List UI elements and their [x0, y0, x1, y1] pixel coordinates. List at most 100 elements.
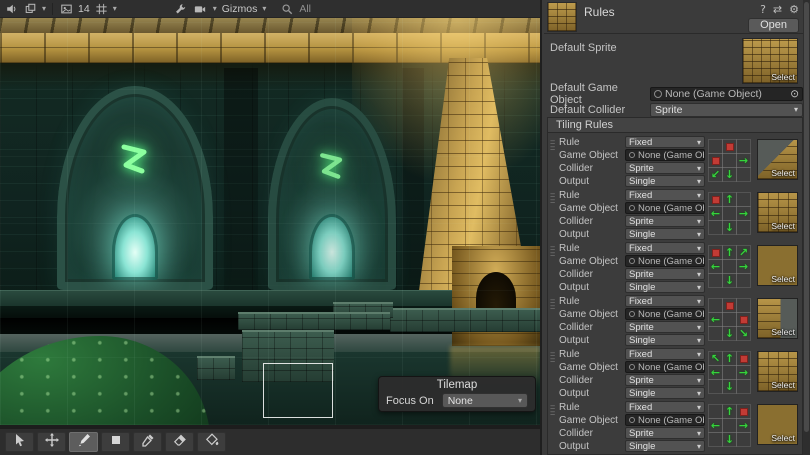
rule-type-dropdown[interactable]: Fixed▾: [625, 401, 705, 413]
neighbor-cell-not[interactable]: [709, 193, 722, 206]
help-icon[interactable]: ?: [760, 3, 766, 16]
neighbor-rule-matrix[interactable]: ↑← →↓: [709, 405, 754, 446]
grid-toggle-icon[interactable]: [94, 2, 109, 15]
select-tool-button[interactable]: [5, 432, 34, 452]
neighbor-cell-empty[interactable]: [737, 274, 750, 287]
neighbor-cell-empty[interactable]: [737, 193, 750, 206]
neighbor-cell-arrow[interactable]: ↑: [723, 405, 736, 418]
gizmos-dropdown-caret[interactable]: ▾: [262, 4, 266, 13]
select-label[interactable]: Select: [771, 168, 795, 178]
rule-output-dropdown[interactable]: Single▾: [625, 334, 705, 346]
rule-sprite-thumb[interactable]: Select: [757, 351, 798, 392]
neighbor-cell-empty[interactable]: [723, 260, 736, 273]
rule-game-object-field[interactable]: None (Game Obj ⊙: [625, 308, 705, 320]
neighbor-cell-empty[interactable]: [737, 380, 750, 393]
select-label[interactable]: Select: [771, 380, 795, 390]
rule-output-dropdown[interactable]: Single▾: [625, 228, 705, 240]
open-button[interactable]: Open: [748, 18, 799, 33]
scrollbar-thumb[interactable]: [804, 2, 809, 432]
select-label[interactable]: Select: [771, 433, 795, 443]
rule-type-dropdown[interactable]: Fixed▾: [625, 348, 705, 360]
neighbor-rule-matrix[interactable]: ↖↑←→↓: [709, 352, 754, 393]
neighbor-cell-empty[interactable]: [723, 419, 736, 432]
drag-handle-icon[interactable]: ==: [550, 295, 559, 310]
rule-collider-dropdown[interactable]: Sprite▾: [625, 268, 705, 280]
neighbor-cell-empty[interactable]: [737, 299, 750, 312]
drag-handle-icon[interactable]: ==: [550, 189, 559, 204]
eraser-tool-button[interactable]: [165, 432, 194, 452]
rule-game-object-field[interactable]: None (Game Obj ⊙: [625, 202, 705, 214]
rule-sprite-thumb[interactable]: Select: [757, 139, 798, 180]
neighbor-cell-arrow[interactable]: ↓: [723, 274, 736, 287]
rule-collider-dropdown[interactable]: Sprite▾: [625, 215, 705, 227]
rule-game-object-field[interactable]: None (Game Obj ⊙: [625, 255, 705, 267]
audio-toggle-icon[interactable]: [4, 2, 19, 15]
rule-output-dropdown[interactable]: Single▾: [625, 440, 705, 452]
neighbor-cell-arrow[interactable]: ↑: [723, 193, 736, 206]
neighbor-cell-empty[interactable]: [737, 433, 750, 446]
neighbor-rule-matrix[interactable]: →↙↓: [709, 140, 754, 181]
rule-collider-dropdown[interactable]: Sprite▾: [625, 374, 705, 386]
default-collider-dropdown[interactable]: Sprite ▾: [650, 103, 803, 117]
object-picker-icon[interactable]: ⊙: [790, 88, 799, 100]
neighbor-rule-matrix[interactable]: ↑←→↓: [709, 193, 754, 234]
move-tool-button[interactable]: [37, 432, 66, 452]
rule-game-object-field[interactable]: None (Game Obj ⊙: [625, 414, 705, 426]
neighbor-cell-arrow[interactable]: ←: [709, 207, 722, 220]
neighbor-cell-arrow[interactable]: →: [737, 419, 750, 432]
rule-collider-dropdown[interactable]: Sprite▾: [625, 427, 705, 439]
neighbor-cell-arrow[interactable]: ↓: [723, 433, 736, 446]
brush-tool-button[interactable]: [69, 432, 98, 452]
rule-output-dropdown[interactable]: Single▾: [625, 387, 705, 399]
rule-sprite-thumb[interactable]: Select: [757, 192, 798, 233]
default-game-object-field[interactable]: None (Game Object) ⊙: [650, 87, 803, 101]
neighbor-cell-arrow[interactable]: →: [737, 260, 750, 273]
neighbor-cell-arrow[interactable]: ↑: [723, 352, 736, 365]
neighbor-cell-empty[interactable]: [737, 168, 750, 181]
neighbor-cell-arrow[interactable]: ↓: [723, 380, 736, 393]
neighbor-cell-arrow[interactable]: →: [737, 207, 750, 220]
inspector-scrollbar[interactable]: [803, 0, 810, 455]
neighbor-cell-arrow[interactable]: ↖: [709, 352, 722, 365]
camera-icon[interactable]: [193, 2, 208, 15]
rule-type-dropdown[interactable]: Fixed▾: [625, 242, 705, 254]
neighbor-cell-empty[interactable]: [709, 140, 722, 153]
rule-type-dropdown[interactable]: Fixed▾: [625, 295, 705, 307]
neighbor-cell-not[interactable]: [723, 140, 736, 153]
neighbor-cell-not[interactable]: [737, 405, 750, 418]
neighbor-cell-not[interactable]: [709, 154, 722, 167]
presets-icon[interactable]: ⇄: [773, 3, 782, 16]
neighbor-cell-not[interactable]: [723, 299, 736, 312]
neighbor-cell-arrow[interactable]: →: [737, 154, 750, 167]
neighbor-cell-arrow[interactable]: ↗: [737, 246, 750, 259]
neighbor-cell-arrow[interactable]: ←: [709, 313, 722, 326]
neighbor-cell-arrow[interactable]: ↑: [723, 246, 736, 259]
neighbor-cell-empty[interactable]: [723, 207, 736, 220]
neighbor-cell-arrow[interactable]: ↙: [709, 168, 722, 181]
rule-output-dropdown[interactable]: Single▾: [625, 175, 705, 187]
neighbor-cell-not[interactable]: [737, 313, 750, 326]
select-label[interactable]: Select: [771, 274, 795, 284]
neighbor-cell-empty[interactable]: [737, 140, 750, 153]
gear-icon[interactable]: ⚙: [789, 3, 799, 16]
neighbor-cell-empty[interactable]: [709, 221, 722, 234]
rule-type-dropdown[interactable]: Fixed▾: [625, 136, 705, 148]
rule-sprite-thumb[interactable]: Select: [757, 245, 798, 286]
drag-handle-icon[interactable]: ==: [550, 136, 559, 151]
neighbor-cell-empty[interactable]: [723, 313, 736, 326]
neighbor-cell-empty[interactable]: [709, 299, 722, 312]
neighbor-cell-empty[interactable]: [709, 274, 722, 287]
neighbor-cell-empty[interactable]: [709, 327, 722, 340]
rule-collider-dropdown[interactable]: Sprite▾: [625, 321, 705, 333]
rule-game-object-field[interactable]: None (Game Obj ⊙: [625, 361, 705, 373]
neighbor-cell-empty[interactable]: [737, 221, 750, 234]
picker-tool-button[interactable]: [133, 432, 162, 452]
neighbor-cell-arrow[interactable]: ←: [709, 419, 722, 432]
neighbor-cell-empty[interactable]: [723, 154, 736, 167]
rule-collider-dropdown[interactable]: Sprite▾: [625, 162, 705, 174]
neighbor-cell-empty[interactable]: [723, 366, 736, 379]
select-label[interactable]: Select: [771, 327, 795, 337]
default-sprite-preview[interactable]: Select: [742, 38, 798, 84]
neighbor-cell-empty[interactable]: [709, 405, 722, 418]
tool-settings-icon[interactable]: [173, 2, 188, 15]
